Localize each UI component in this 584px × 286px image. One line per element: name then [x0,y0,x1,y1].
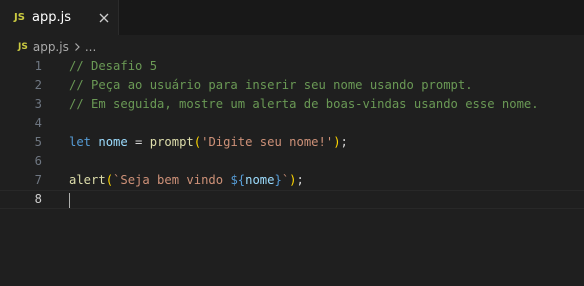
breadcrumb: JS app.js ... [18,38,96,56]
code-token-punct: ; [340,135,348,149]
line-content: let nome = prompt('Digite seu nome!'); [69,133,348,152]
javascript-file-icon: JS [14,12,25,23]
code-token-paren: ( [193,135,202,149]
line-content: alert(`Seja bem vindo ${nome}`); [69,171,304,190]
line-number: 7 [34,173,42,187]
code-token-function: prompt [149,135,194,149]
tab-label: app.js [32,10,71,25]
code-token-string: `Seja bem vindo [113,173,231,187]
code-token-comment: // Em seguida, mostre um alerta de boas-… [69,97,539,111]
line-content: // Peça ao usuário para inserir seu nome… [69,76,473,95]
code-line[interactable]: 5 let nome = prompt('Digite seu nome!'); [0,133,584,152]
code-token-paren: ) [289,173,297,187]
code-token-template-brace: } [274,173,282,187]
code-token-string: 'Digite seu nome!' [201,135,334,149]
editor-window: JS app.js JS app.js ... 1 // Desafio 5 2 //… [0,0,584,286]
text-cursor [69,193,70,208]
code-token-paren: ) [333,135,341,149]
code-token-variable: nome [245,173,275,187]
line-number: 3 [34,97,42,111]
javascript-file-icon: JS [18,42,28,52]
code-token-template-brace: ${ [230,173,246,187]
code-token-keyword: let [69,135,92,149]
code-token-variable: nome [98,135,128,149]
code-line[interactable]: 4 [0,114,584,133]
code-editor[interactable]: 1 // Desafio 5 2 // Peça ao usuário para in… [0,57,584,286]
line-number: 5 [34,135,42,149]
code-line[interactable]: 6 [0,152,584,171]
code-token-comment: // Desafio 5 [69,59,158,73]
code-token-operator: = [127,135,150,149]
code-token-function: alert [69,173,106,187]
code-token-punct: ; [296,173,304,187]
chevron-right-icon [71,41,83,53]
line-number: 8 [34,192,42,206]
line-content: // Desafio 5 [69,57,157,76]
line-number: 2 [34,78,42,92]
code-line[interactable]: 1 // Desafio 5 [0,57,584,76]
code-token-paren: ( [105,173,114,187]
code-line[interactable]: 2 // Peça ao usuário para inserir seu nom… [0,76,584,95]
line-number: 4 [34,116,42,130]
code-line[interactable]: 3 // Em seguida, mostre um alerta de boas… [0,95,584,114]
line-number: 6 [34,154,42,168]
code-token-comment: // Peça ao usuário para inserir seu nome… [69,78,473,92]
code-line[interactable]: 7 alert(`Seja bem vindo ${nome}`); [0,171,584,190]
breadcrumb-item-symbols[interactable]: ... [85,40,96,54]
line-content: // Em seguida, mostre um alerta de boas-… [69,95,539,114]
close-icon[interactable] [96,10,112,26]
code-line[interactable]: 8 [0,190,584,209]
line-number: 1 [34,59,42,73]
tab-strip: JS app.js [0,0,584,35]
tab-app-js[interactable]: JS app.js [0,0,119,35]
breadcrumb-item-file[interactable]: app.js [33,40,69,54]
